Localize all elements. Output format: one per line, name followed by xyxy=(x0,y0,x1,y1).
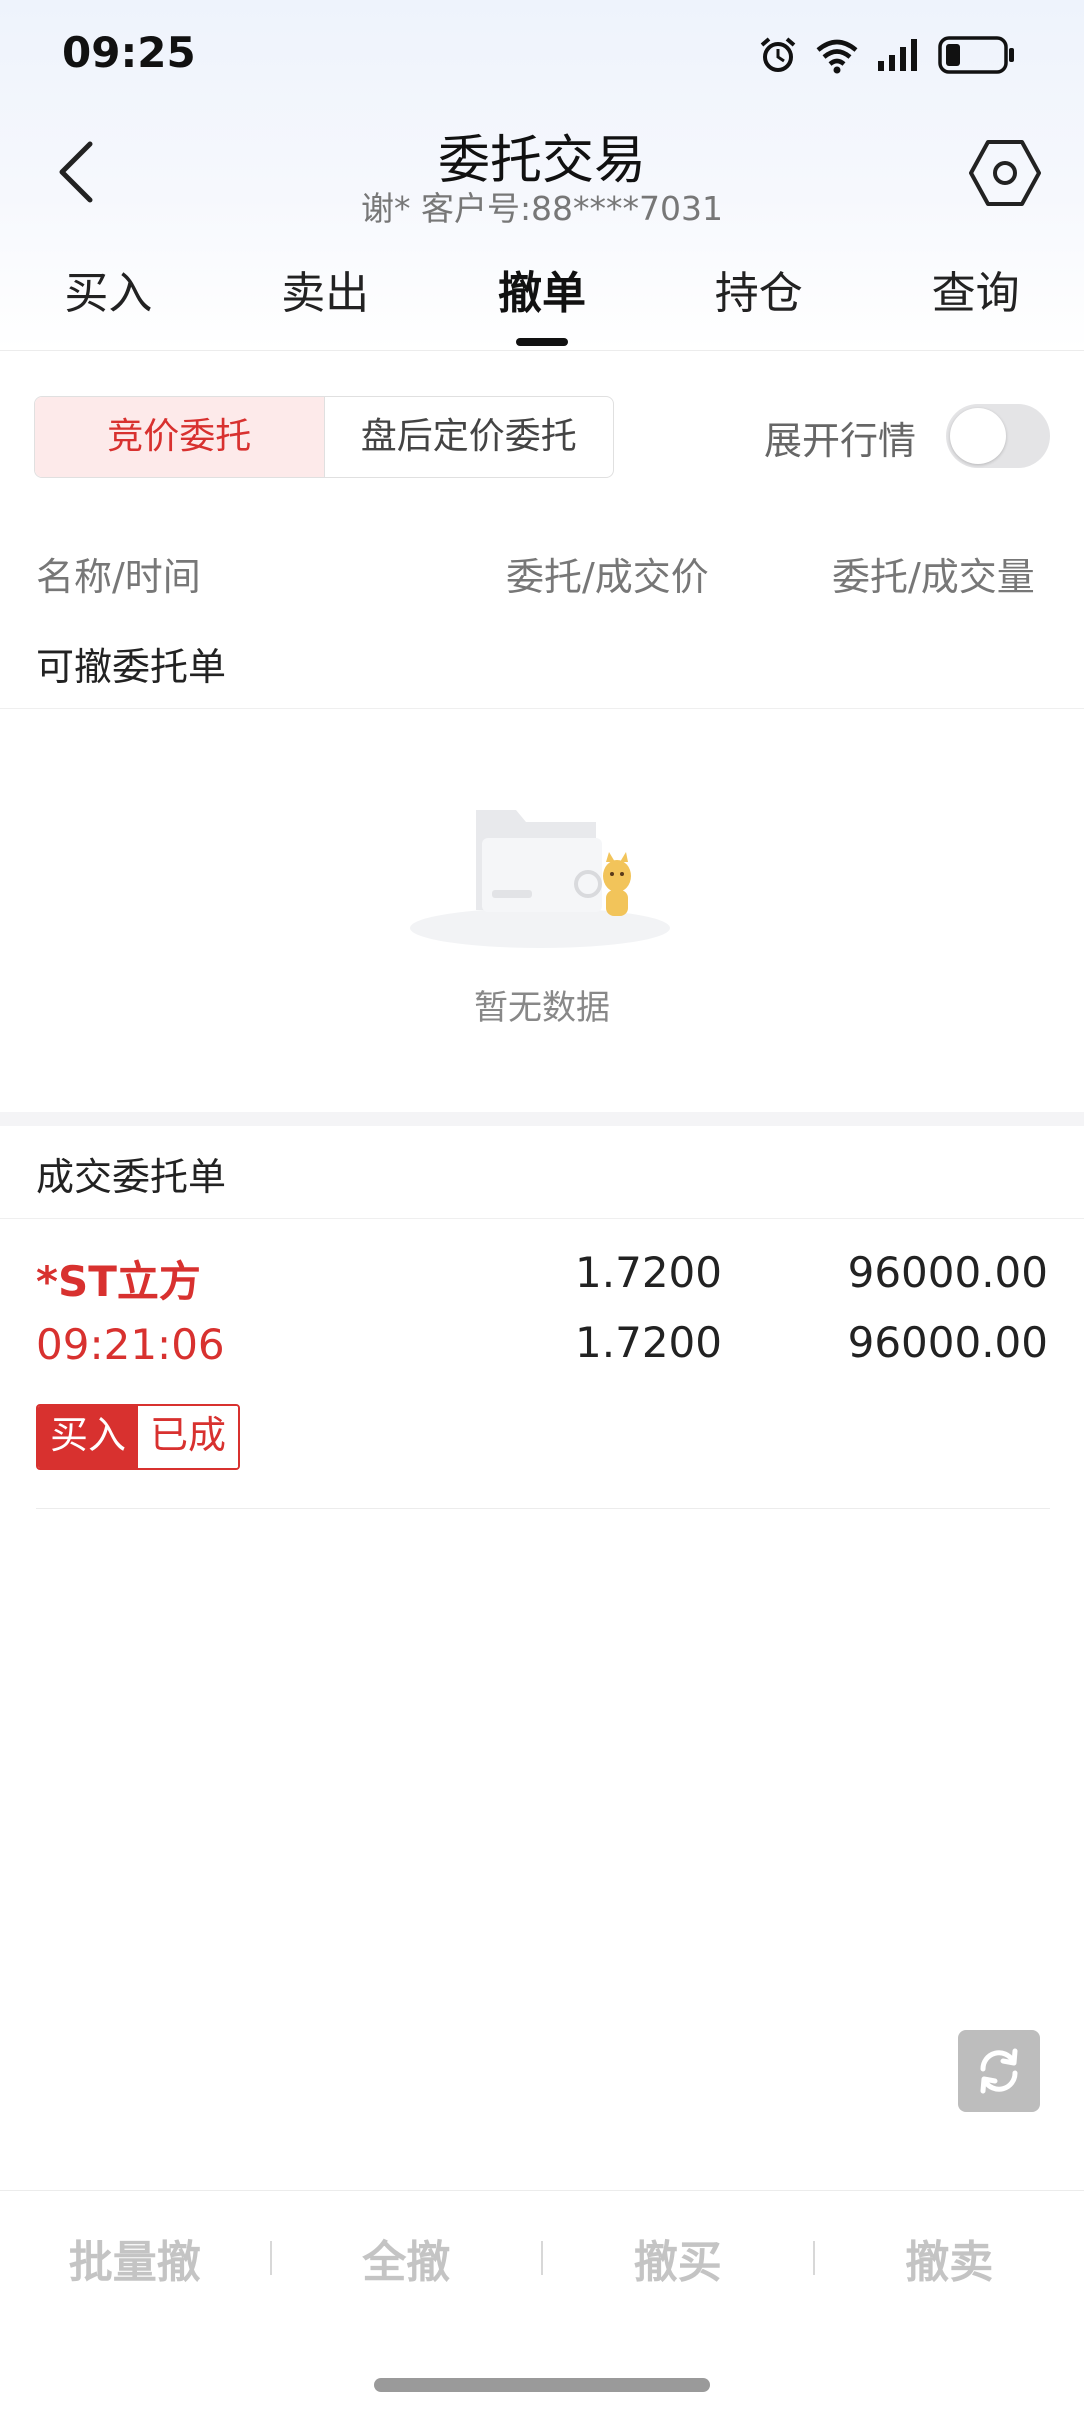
trade-tabs: 买入 卖出 撤单 持仓 查询 xyxy=(0,262,1084,350)
bottom-action-bar: 批量撤 全撤 撤买 撤卖 xyxy=(0,2222,1084,2294)
deal-price: 1.7200 xyxy=(575,1318,722,1367)
segment-auction-order[interactable]: 竞价委托 xyxy=(35,397,325,477)
order-quantity: 96000.00 xyxy=(847,1248,1048,1297)
section-gap xyxy=(0,1112,1084,1126)
stock-name: *ST立方 xyxy=(36,1257,201,1306)
tab-sell[interactable]: 卖出 xyxy=(217,262,434,350)
refresh-icon xyxy=(980,2048,1018,2094)
tab-cancel-label: 撤单 xyxy=(497,268,586,319)
alarm-icon xyxy=(760,37,796,72)
order-time: 09:21:06 xyxy=(36,1320,225,1369)
order-price: 1.7200 xyxy=(575,1248,722,1297)
filled-orders-title: 成交委托单 xyxy=(36,1155,227,1199)
tab-buy-label: 买入 xyxy=(64,268,153,319)
status-badge: 已成 xyxy=(138,1406,239,1468)
column-quantity: 委托/成交量 xyxy=(832,555,1035,599)
tab-query-label: 查询 xyxy=(931,268,1020,319)
tab-cancel[interactable]: 撤单 xyxy=(434,262,651,350)
account-subtitle: 谢* 客户号:88****7031 xyxy=(360,189,724,228)
tab-buy[interactable]: 买入 xyxy=(0,262,217,350)
section-divider xyxy=(0,708,1084,709)
row-divider xyxy=(36,1508,1050,1509)
bottom-bar-divider xyxy=(0,2190,1084,2191)
active-tab-indicator xyxy=(515,338,568,346)
expand-quotes-toggle[interactable] xyxy=(946,404,1050,468)
tab-sell-label: 卖出 xyxy=(281,268,370,319)
deal-quantity: 96000.00 xyxy=(847,1318,1048,1367)
toggle-knob xyxy=(950,408,1006,464)
wifi-icon xyxy=(816,39,858,74)
tab-query[interactable]: 查询 xyxy=(867,262,1084,350)
order-status-badge: 买入 已成 xyxy=(36,1404,241,1470)
segment-after-hours-order[interactable]: 盘后定价委托 xyxy=(325,397,614,477)
home-indicator[interactable] xyxy=(374,2378,710,2392)
tabs-divider xyxy=(0,350,1084,351)
status-time: 09:25 xyxy=(62,28,196,77)
status-icons xyxy=(758,30,1016,80)
expand-quotes-label: 展开行情 xyxy=(764,419,917,463)
refresh-button[interactable] xyxy=(958,2030,1040,2112)
batch-cancel-button[interactable]: 批量撤 xyxy=(0,2226,270,2290)
cancel-all-button[interactable]: 全撤 xyxy=(272,2226,542,2290)
empty-folder-illustration xyxy=(410,810,670,948)
order-type-segment: 竞价委托 盘后定价委托 xyxy=(34,396,614,478)
cancel-buys-button[interactable]: 撤买 xyxy=(543,2226,813,2290)
battery-icon xyxy=(938,36,1014,74)
cancellable-orders-title: 可撤委托单 xyxy=(36,645,227,689)
empty-state-text: 暂无数据 xyxy=(474,988,610,1028)
column-name-time: 名称/时间 xyxy=(36,555,201,599)
tab-positions[interactable]: 持仓 xyxy=(650,262,867,350)
section-divider xyxy=(0,1218,1084,1219)
signal-icon xyxy=(878,39,917,71)
cancel-sells-button[interactable]: 撤卖 xyxy=(815,2226,1084,2290)
settings-icon[interactable] xyxy=(968,136,1042,210)
side-badge: 买入 xyxy=(38,1406,139,1468)
tab-positions-label: 持仓 xyxy=(714,268,803,319)
column-price: 委托/成交价 xyxy=(506,555,709,599)
